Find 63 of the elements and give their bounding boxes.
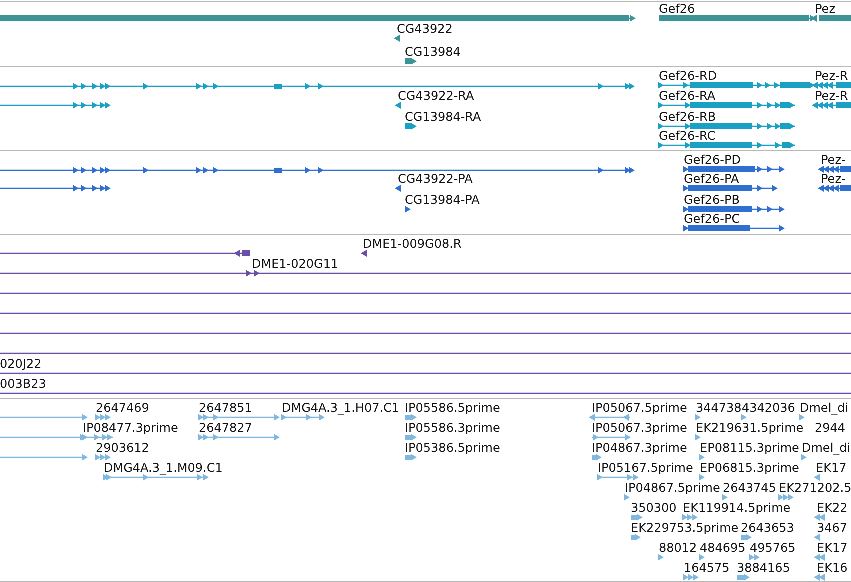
- feature-label: EK17: [816, 461, 847, 475]
- feature-label: Gef26-PC: [684, 212, 740, 226]
- feature-label: DME1-020G11: [252, 257, 339, 271]
- feature-label: Gef26-RD: [659, 69, 718, 83]
- feature-label: IP05586.3prime: [405, 421, 500, 435]
- feature-label: 003B23: [0, 377, 46, 391]
- feature-label: EK219631.5prime: [696, 421, 804, 435]
- feature-label: 3467: [817, 521, 848, 535]
- feature-label: 2643653: [741, 521, 794, 535]
- feature-label: EK229753.5prime: [631, 521, 739, 535]
- feature-label: 2647827: [199, 421, 252, 435]
- feature-label: Gef26-PD: [684, 153, 741, 167]
- feature-label: 020J22: [0, 357, 42, 371]
- feature-label: Gef26-RA: [659, 89, 716, 103]
- feature-label: IP05586.5prime: [405, 401, 500, 415]
- feature-label: CG13984-PA: [405, 193, 480, 207]
- feature-label: Pez-R: [815, 89, 848, 103]
- feature-label: IP05067.3prime: [592, 421, 688, 435]
- feature-label: Gef26-PA: [684, 172, 740, 186]
- feature-label: IP08477.3prime: [83, 421, 178, 435]
- feature-label: 484695: [700, 541, 746, 555]
- feature-label: Dmel_di: [800, 401, 849, 415]
- feature-label: CG43922-RA: [398, 89, 474, 103]
- feature-label: 88012: [659, 541, 698, 555]
- feature-label: Dmel_di: [802, 441, 851, 455]
- feature-label: EK16: [817, 561, 848, 575]
- feature-label: Pez-: [821, 153, 846, 167]
- feature-label: Pez: [815, 2, 836, 16]
- feature-label: CG13984-RA: [405, 110, 482, 124]
- feature-label: IP05386.5prime: [405, 441, 500, 455]
- feature-label: 164575: [684, 561, 730, 575]
- feature-label: EK22: [817, 501, 848, 515]
- feature-label: 344738: [696, 401, 742, 415]
- feature-label: 2647851: [199, 401, 252, 415]
- feature-label: CG43922-PA: [398, 172, 473, 186]
- feature-label: 495765: [750, 541, 796, 555]
- feature-label: EP06815.3prime: [700, 461, 800, 475]
- feature-label: 2903612: [96, 441, 150, 455]
- feature-label: DMG4A.3_1.H07.C1: [282, 401, 400, 415]
- feature-label: Pez-R: [815, 69, 848, 83]
- feature-label: DME1-009G08.R: [363, 237, 462, 251]
- feature-label: IP04867.3prime: [592, 441, 688, 455]
- feature-label: EK271202.5: [779, 481, 851, 495]
- feature-label: IP05067.5prime: [592, 401, 688, 415]
- feature-label: 4342036: [742, 401, 796, 415]
- feature-label: IP04867.5prime: [625, 481, 720, 495]
- feature-label: IP05167.5prime: [598, 461, 694, 475]
- feature-label: 350300: [631, 501, 677, 515]
- feature-label: CG43922: [397, 22, 453, 36]
- feature-label: EP08115.3prime: [700, 441, 800, 455]
- feature-label: EK119914.5prime: [683, 501, 791, 515]
- feature-label: DMG4A.3_1.M09.C1: [104, 461, 223, 475]
- feature-label: 2643745: [723, 481, 776, 495]
- feature-label: Gef26-PB: [684, 193, 740, 207]
- feature-label: Gef26-RC: [659, 129, 716, 143]
- feature-label: 3884165: [737, 561, 790, 575]
- feature-label: 2647469: [96, 401, 150, 415]
- feature-label: Pez-: [821, 172, 846, 186]
- feature-label: 2944: [815, 421, 846, 435]
- feature-label: CG13984: [405, 45, 461, 59]
- feature-label: EK17: [817, 541, 848, 555]
- feature-label: Gef26: [659, 2, 696, 16]
- feature-label: Gef26-RB: [659, 110, 716, 124]
